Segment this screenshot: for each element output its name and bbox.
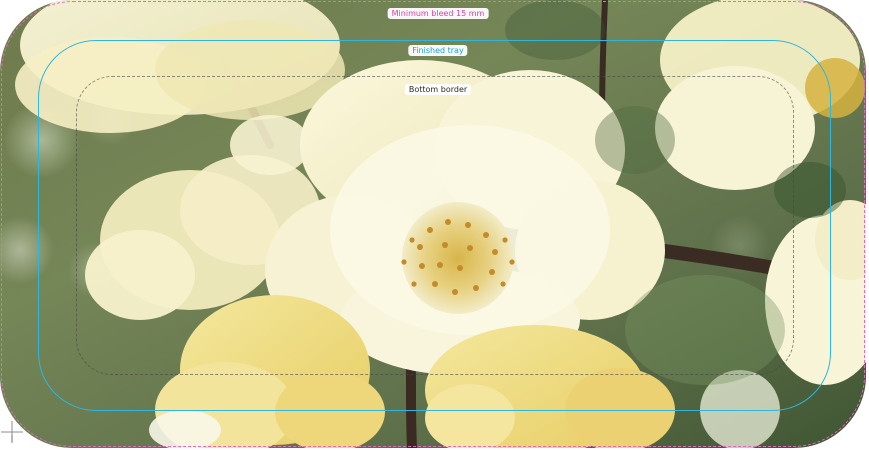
crosshair-icon-graphic [1,421,23,443]
flower-photo-image [0,0,866,448]
bottom-border-label: Bottom border [404,84,472,95]
minimum-bleed-label: Minimum bleed 15 mm [387,8,489,19]
crosshair-icon [0,420,24,444]
tray-preview-canvas: Minimum bleed 15 mm Finished tray Bottom… [0,0,869,450]
finished-tray-label: Finished tray [408,45,468,56]
flower-photo [0,0,866,448]
